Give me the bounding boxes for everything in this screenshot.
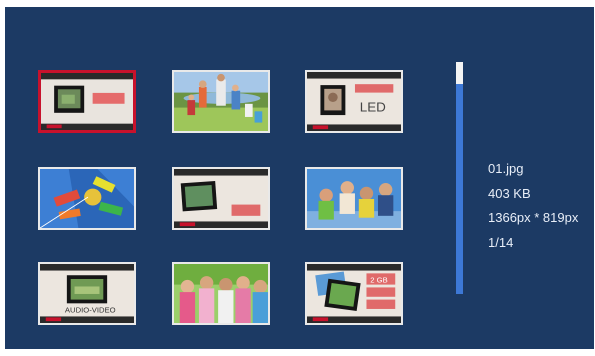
thumbnail-7[interactable]: AUDIO-VIDEO bbox=[38, 262, 136, 325]
file-resolution: 1366px * 819px bbox=[488, 210, 579, 225]
scrollbar-thumb[interactable] bbox=[456, 62, 463, 84]
thumbnail-1[interactable] bbox=[38, 70, 136, 133]
file-size: 403 KB bbox=[488, 185, 531, 201]
thumbnail-8[interactable] bbox=[172, 262, 270, 325]
file-info-panel: 01.jpg 403 KB 1366px * 819px 1/14 bbox=[488, 157, 578, 255]
thumbnail-5[interactable] bbox=[172, 167, 270, 230]
media-browser-screen: LED AUDIO-VIDEO 2 GB 01.jpg 403 KB 1366p… bbox=[5, 7, 594, 349]
svg-text:2 GB: 2 GB bbox=[370, 276, 387, 285]
file-index: 1/14 bbox=[488, 234, 514, 250]
svg-text:LED: LED bbox=[360, 99, 386, 114]
thumbnail-2[interactable] bbox=[172, 70, 270, 133]
thumbnail-3[interactable]: LED bbox=[305, 70, 403, 133]
thumbnail-9[interactable]: 2 GB bbox=[305, 262, 403, 325]
file-name: 01.jpg bbox=[488, 161, 524, 176]
svg-text:AUDIO-VIDEO: AUDIO-VIDEO bbox=[65, 306, 116, 315]
scrollbar-track[interactable] bbox=[456, 62, 463, 294]
thumbnail-6[interactable] bbox=[305, 167, 403, 230]
friends-group-photo bbox=[174, 264, 268, 323]
audio-video-frame-image: AUDIO-VIDEO bbox=[40, 264, 134, 323]
thumbnail-grid: LED AUDIO-VIDEO 2 GB bbox=[35, 67, 415, 329]
friends-jumping-photo bbox=[307, 169, 401, 228]
thumbnail-4[interactable] bbox=[38, 167, 136, 230]
2gb-frame-image: 2 GB bbox=[307, 264, 401, 323]
amusement-ride-photo bbox=[40, 169, 134, 228]
led-frame-image: LED bbox=[307, 72, 401, 131]
family-park-photo bbox=[174, 72, 268, 131]
frame-product-image bbox=[41, 73, 133, 130]
plug-play-frame-image bbox=[174, 169, 268, 228]
